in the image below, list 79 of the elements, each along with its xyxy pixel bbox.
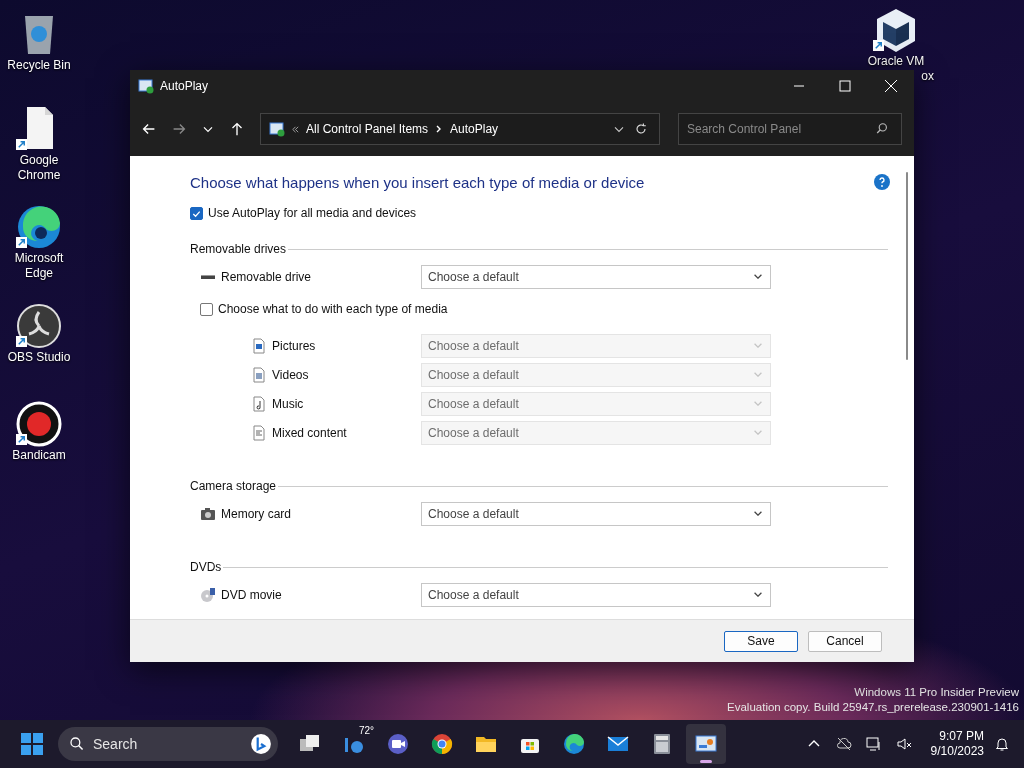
chrome-icon xyxy=(430,732,454,756)
shortcut-arrow-icon xyxy=(16,434,27,445)
cloud-off-icon[interactable] xyxy=(835,736,852,752)
speaker-muted-icon[interactable] xyxy=(895,736,912,752)
network-icon[interactable] xyxy=(865,736,882,752)
taskbar-search-field[interactable]: Search xyxy=(58,727,278,761)
device-label: Pictures xyxy=(272,338,316,353)
disc-icon xyxy=(200,586,216,603)
record-icon[interactable] xyxy=(15,400,63,448)
section-title: Removable drives xyxy=(190,242,287,256)
default-action-dropdown[interactable]: Choose a default xyxy=(421,582,771,607)
chevron-down-icon xyxy=(754,274,762,279)
notification-bell-icon[interactable] xyxy=(994,736,1010,752)
desktop-icon-label[interactable]: Oracle VM xyxy=(867,54,925,69)
device-label: Removable drive xyxy=(221,269,312,284)
section-title: Camera storage xyxy=(190,479,277,493)
device-label: Memory card xyxy=(221,506,291,521)
edge-icon xyxy=(562,732,586,756)
chevron-down-icon xyxy=(754,511,762,516)
shortcut-arrow-icon xyxy=(16,336,27,347)
refresh-icon[interactable] xyxy=(633,121,649,137)
start-button[interactable] xyxy=(20,732,44,756)
breadcrumb-item[interactable]: AutoPlay xyxy=(450,122,499,136)
device-label: Mixed content xyxy=(272,425,347,440)
edge-icon[interactable] xyxy=(15,203,63,251)
picture-file-icon xyxy=(251,337,267,354)
meet-icon xyxy=(386,732,410,756)
clock-time[interactable]: 9:07 PM xyxy=(939,729,984,744)
device-label: Music xyxy=(272,396,304,411)
search-field[interactable]: Search Control Panel xyxy=(678,113,902,145)
checkbox-label: Use AutoPlay for all media and devices xyxy=(208,206,417,220)
clock-date[interactable]: 9/10/2023 xyxy=(930,744,984,759)
chevron-down-icon xyxy=(754,592,762,597)
default-action-dropdown[interactable]: Choose a default xyxy=(421,501,771,526)
breadcrumb-item[interactable]: All Control Panel Items xyxy=(306,122,429,136)
checkbox-label: Choose what to do with each type of media xyxy=(218,302,448,316)
shortcut-arrow-icon xyxy=(16,237,27,248)
help-icon[interactable] xyxy=(874,173,890,190)
shortcut-arrow-icon xyxy=(16,139,27,150)
desktop-icon-label[interactable]: Bandicam xyxy=(12,448,66,463)
chevron-down-icon xyxy=(754,372,762,377)
device-label: Videos xyxy=(272,367,309,382)
checkbox[interactable] xyxy=(200,302,213,316)
desktop-icon-label[interactable]: Recycle Bin xyxy=(7,58,71,73)
default-action-dropdown[interactable]: Choose a default xyxy=(421,264,771,289)
desktop-icon-label[interactable]: Google xyxy=(19,153,59,168)
drive-icon xyxy=(200,273,216,280)
watermark-text: Evaluation copy. Build 25947.rs_prerelease.230901-1416 xyxy=(727,700,1019,715)
chevron-down-icon xyxy=(754,401,762,406)
cancel-button[interactable]: Cancel xyxy=(808,630,882,652)
save-button[interactable]: Save xyxy=(724,630,798,652)
chevron-down-icon xyxy=(754,430,762,435)
page-heading: Choose what happens when you insert each type of media or device xyxy=(190,174,645,191)
window-title: AutoPlay xyxy=(160,79,209,93)
device-label: DVD movie xyxy=(221,587,282,602)
desktop-icon-label[interactable]: Microsoft xyxy=(14,251,64,266)
video-file-icon xyxy=(251,366,267,383)
music-file-icon xyxy=(251,395,267,412)
desktop-icon-label[interactable]: Edge xyxy=(25,266,53,281)
weather-widget[interactable]: 72° xyxy=(334,724,374,764)
search-icon xyxy=(69,736,85,752)
scrollbar[interactable] xyxy=(906,172,908,360)
desktop-icon-label[interactable]: Chrome xyxy=(17,168,61,183)
desktop-icon-label[interactable]: OBS Studio xyxy=(7,350,71,365)
taskbar-app[interactable] xyxy=(686,724,726,764)
desktop-icon-label[interactable]: ox xyxy=(921,69,934,84)
address-bar[interactable]: All Control Panel Items AutoPlay xyxy=(260,113,660,145)
watermark-text: Windows 11 Pro Insider Preview xyxy=(854,685,1019,700)
bing-icon[interactable] xyxy=(250,733,272,755)
checkbox[interactable] xyxy=(190,206,203,220)
shortcut-arrow-icon xyxy=(873,40,884,51)
control-panel-icon xyxy=(269,121,285,137)
section-title: DVDs xyxy=(190,560,222,574)
control-panel-icon xyxy=(138,78,154,94)
double-chevron-icon xyxy=(291,124,300,134)
obs-icon[interactable] xyxy=(15,302,63,350)
mixed-file-icon xyxy=(251,424,267,441)
chevron-down-icon xyxy=(754,343,762,348)
camera-icon xyxy=(200,505,216,522)
